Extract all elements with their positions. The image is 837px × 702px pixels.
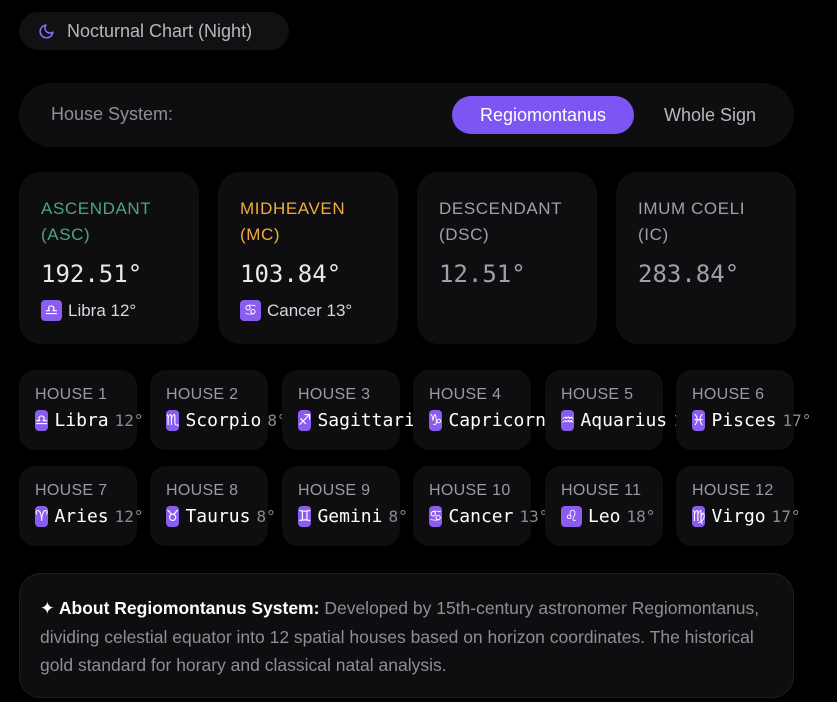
house-sign: Aquarius [580,410,668,431]
house-sign: Capricorn [448,410,546,431]
angle-degree: 283.84° [638,260,740,288]
house-card-4: HOUSE 4 ♑Capricorn13° [413,370,581,450]
house-label: HOUSE 10 [429,482,511,499]
house-sign: Cancer [448,506,514,527]
moon-icon [39,23,54,39]
angle-name: DESCENDANT (DSC) [439,199,563,244]
house-label: HOUSE 4 [429,386,502,403]
pisces-icon: ♓ [692,410,706,431]
house-label: HOUSE 7 [35,482,108,499]
house-label: HOUSE 11 [561,482,642,499]
house-sign-row: ♌ Leo 18° [561,506,663,527]
house-card-11: HOUSE 11 ♌ Leo 18° [545,466,663,546]
house-sign: Aries [54,506,109,527]
house-system-selector: House System: Regiomontanus Whole Sign [19,83,794,147]
house-label: HOUSE 9 [298,482,371,499]
house-sign-row: ♓ Pisces 17° [692,410,811,431]
angle-sign: ♋ Cancer 13° [240,300,376,321]
house-degree: 17° [782,411,812,430]
house-card-1: HOUSE 1 ♎ Libra 12° [19,370,144,450]
descendant-card: DESCENDANT (DSC) 12.51° [417,172,597,344]
house-degree: 12° [114,411,144,430]
house-sign: Leo [588,506,621,527]
house-sign: Libra [54,410,109,431]
sagittarius-icon: ♐ [298,410,312,431]
house-label: HOUSE 1 [35,386,108,403]
house-sign: Gemini [317,506,383,527]
regiomontanus-button[interactable]: Regiomontanus [452,96,634,134]
house-degree: 8° [388,507,408,526]
house-card-7: HOUSE 7 ♈ Aries 12° [19,466,144,546]
house-degree: 12° [114,507,144,526]
house-sign-row: ♐Sagittarius8° [298,410,462,431]
house-degree: 17° [771,507,801,526]
leo-icon: ♌ [561,506,582,527]
house-system-label: House System: [51,104,174,124]
house-sign-row: ♉ Taurus 8° [166,506,276,527]
house-card-10: HOUSE 10 ♋ Cancer 13° [413,466,548,546]
angle-name: MIDHEAVEN (MC) [240,199,346,244]
angle-degree: 192.51° [41,260,143,288]
house-degree: 18° [626,507,656,526]
house-label: HOUSE 6 [692,386,765,403]
house-degree: 8° [256,507,276,526]
house-sign-row: ♑Capricorn13° [429,410,581,431]
house-label: HOUSE 2 [166,386,239,403]
aries-icon: ♈ [35,506,49,527]
cancer-icon: ♋ [240,300,261,321]
house-sign: Scorpio [185,410,262,431]
house-sign-row: ♍ Virgo 17° [692,506,801,527]
house-sign: Virgo [711,506,766,527]
angle-sign: ♎ Libra 12° [41,300,177,321]
angle-degree: 103.84° [240,260,342,288]
house-card-6: HOUSE 6 ♓ Pisces 17° [676,370,811,450]
house-card-2: HOUSE 2 ♏ Scorpio 8° [150,370,287,450]
house-sign-row: ♊ Gemini 8° [298,506,408,527]
midheaven-card: MIDHEAVEN (MC) 103.84° ♋ Cancer 13° [218,172,398,344]
taurus-icon: ♉ [166,506,180,527]
house-sign-row: ♋ Cancer 13° [429,506,548,527]
chart-mode-label: Nocturnal Chart (Night) [67,20,253,41]
angle-degree: 12.51° [439,260,526,288]
chart-mode-badge: Nocturnal Chart (Night) [19,12,289,50]
house-card-3: HOUSE 3 ♐Sagittarius8° [282,370,462,450]
house-sign-row: ♈ Aries 12° [35,506,144,527]
scorpio-icon: ♏ [166,410,180,431]
house-label: HOUSE 5 [561,386,634,403]
libra-icon: ♎ [41,300,62,321]
house-sign: Taurus [185,506,251,527]
house-sign: Pisces [711,410,777,431]
angle-name: ASCENDANT (ASC) [41,199,152,244]
house-label: HOUSE 3 [298,386,371,403]
house-card-12: HOUSE 12 ♍ Virgo 17° [676,466,801,546]
about-panel: ✦ About Regiomontanus System: Developed … [19,573,794,698]
house-sign-row: ♎ Libra 12° [35,410,144,431]
house-sign-row: ♒Aquarius18° [561,410,702,431]
aquarius-icon: ♒ [561,410,575,431]
virgo-icon: ♍ [692,506,706,527]
capricorn-icon: ♑ [429,410,443,431]
house-label: HOUSE 12 [692,482,774,499]
ascendant-card: ASCENDANT (ASC) 192.51° ♎ Libra 12° [19,172,199,344]
house-sign-row: ♏ Scorpio 8° [166,410,287,431]
whole-sign-button[interactable]: Whole Sign [644,96,776,134]
cancer-icon: ♋ [429,506,443,527]
about-title: ✦ About Regiomontanus System: [40,598,320,618]
gemini-icon: ♊ [298,506,312,527]
house-card-5: HOUSE 5 ♒Aquarius18° [545,370,702,450]
house-card-9: HOUSE 9 ♊ Gemini 8° [282,466,408,546]
imum-coeli-card: IMUM COELI (IC) 283.84° [616,172,796,344]
angle-name: IMUM COELI (IC) [638,199,746,244]
house-card-8: HOUSE 8 ♉ Taurus 8° [150,466,276,546]
libra-icon: ♎ [35,410,49,431]
house-label: HOUSE 8 [166,482,239,499]
